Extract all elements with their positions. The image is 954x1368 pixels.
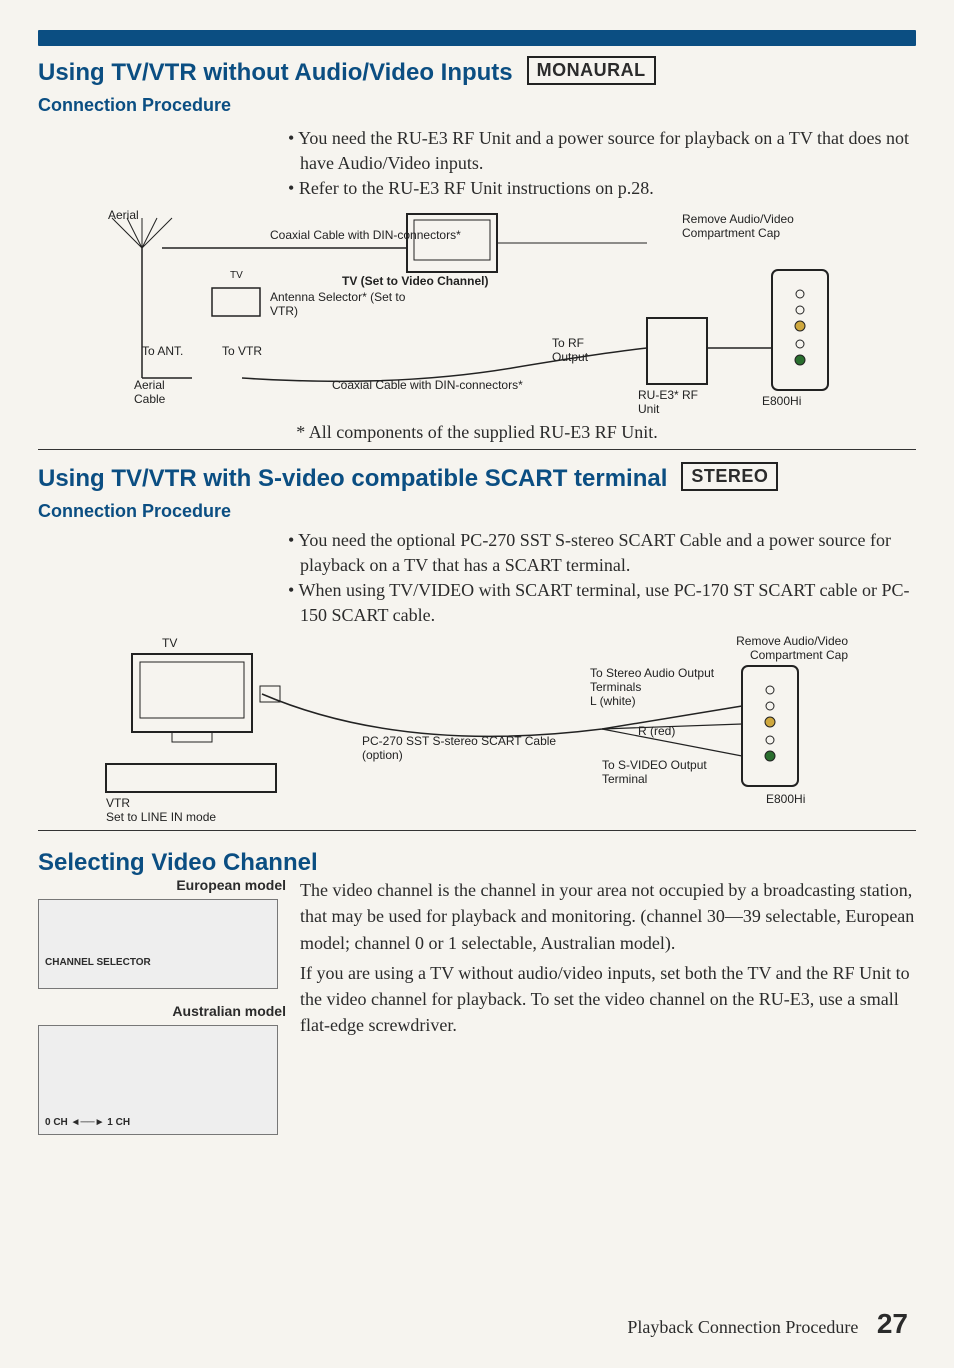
section2-title: Using TV/VTR with S-video compatible SCA… bbox=[38, 465, 667, 493]
section3: Selecting Video Channel European model C… bbox=[38, 849, 916, 1135]
european-label: European model bbox=[38, 877, 286, 893]
channel-selector-label: CHANNEL SELECTOR bbox=[45, 957, 151, 968]
lbl-tv2: TV bbox=[162, 636, 177, 650]
section2-bullets: You need the optional PC-270 SST S-stere… bbox=[288, 528, 916, 629]
select-body-2: If you are using a TV without audio/vide… bbox=[300, 960, 916, 1038]
australian-label: Australian model bbox=[38, 1003, 286, 1019]
section1-heading-row: Using TV/VTR without Audio/Video Inputs … bbox=[38, 56, 916, 87]
australian-model-image: 0 CH ◄──► 1 CH bbox=[38, 1025, 278, 1135]
page-number: 27 bbox=[877, 1308, 908, 1339]
lbl-to-vtr: To VTR bbox=[222, 344, 262, 358]
section1-bullet-1: You need the RU-E3 RF Unit and a power s… bbox=[288, 126, 916, 176]
diagram-monaural: Aerial Coaxial Cable with DIN-connectors… bbox=[42, 208, 912, 418]
section2-bullet-2: When using TV/VIDEO with SCART terminal,… bbox=[288, 578, 916, 628]
au-scale-label: 0 CH ◄──► 1 CH bbox=[45, 1117, 130, 1128]
lbl-ant-selector: Antenna Selector* (Set to VTR) bbox=[270, 290, 410, 318]
lbl-l-white: L (white) bbox=[590, 694, 636, 708]
lbl-camera-1: E800Hi bbox=[762, 394, 801, 408]
lbl-camera-2: E800Hi bbox=[766, 792, 805, 806]
figure1-note: * All components of the supplied RU-E3 R… bbox=[42, 422, 912, 443]
section2-figure: TV PC-270 SST S-stereo SCART Cable (opti… bbox=[42, 634, 912, 824]
select-channel-wrap: European model CHANNEL SELECTOR Australi… bbox=[38, 877, 916, 1135]
lbl-tv: TV (Set to Video Channel) bbox=[342, 274, 488, 288]
section2-subtitle: Connection Procedure bbox=[38, 501, 916, 522]
lbl-aerial: Aerial bbox=[108, 208, 139, 222]
separator-1 bbox=[38, 449, 916, 450]
lbl-to-rf: To RF Output bbox=[552, 336, 612, 364]
lbl-scart-cable: PC-270 SST S-stereo SCART Cable (option) bbox=[362, 734, 592, 762]
section1-title: Using TV/VTR without Audio/Video Inputs bbox=[38, 59, 513, 87]
lbl-remove-cap-1: Remove Audio/Video Compartment Cap bbox=[682, 212, 842, 240]
separator-2 bbox=[38, 830, 916, 831]
monaural-badge: MONAURAL bbox=[527, 56, 656, 85]
lbl-to-ant: To ANT. bbox=[142, 344, 183, 358]
lbl-rue3: RU-E3* RF Unit bbox=[638, 388, 708, 416]
diagram-stereo: TV PC-270 SST S-stereo SCART Cable (opti… bbox=[42, 634, 912, 824]
select-body-1: The video channel is the channel in your… bbox=[300, 877, 916, 955]
lbl-remove-cap-2: Remove Audio/Video Compartment Cap bbox=[678, 634, 848, 662]
european-model-image: CHANNEL SELECTOR bbox=[38, 899, 278, 989]
section2: Using TV/VTR with S-video compatible SCA… bbox=[38, 462, 916, 825]
page-footer: Playback Connection Procedure 27 bbox=[627, 1308, 908, 1340]
select-channel-body: The video channel is the channel in your… bbox=[300, 877, 916, 1135]
lbl-to-svideo: To S-VIDEO Output Terminal bbox=[602, 758, 732, 786]
lbl-coax-top: Coaxial Cable with DIN-connectors* bbox=[270, 228, 461, 242]
lbl-vtr-note: Set to LINE IN mode bbox=[106, 810, 216, 824]
lbl-to-stereo: To Stereo Audio Output Terminals bbox=[590, 666, 730, 694]
section1-bullet-2: Refer to the RU-E3 RF Unit instructions … bbox=[288, 176, 916, 201]
section1-bullets: You need the RU-E3 RF Unit and a power s… bbox=[288, 126, 916, 202]
footer-section: Playback Connection Procedure bbox=[627, 1317, 858, 1337]
section2-heading-row: Using TV/VTR with S-video compatible SCA… bbox=[38, 462, 916, 493]
section1-figure: Aerial Coaxial Cable with DIN-connectors… bbox=[42, 208, 912, 443]
top-color-bar bbox=[38, 30, 916, 46]
lbl-tv-small: TV bbox=[230, 270, 243, 281]
section3-title: Selecting Video Channel bbox=[38, 849, 916, 877]
lbl-coax-bottom: Coaxial Cable with DIN-connectors* bbox=[332, 378, 523, 392]
lbl-r-red: R (red) bbox=[638, 724, 675, 738]
stereo-badge: STEREO bbox=[681, 462, 778, 491]
select-channel-left: European model CHANNEL SELECTOR Australi… bbox=[38, 877, 300, 1135]
section1-subtitle: Connection Procedure bbox=[38, 95, 916, 116]
page: Using TV/VTR without Audio/Video Inputs … bbox=[0, 0, 954, 1368]
section2-bullet-1: You need the optional PC-270 SST S-stere… bbox=[288, 528, 916, 578]
lbl-vtr: VTR bbox=[106, 796, 130, 810]
lbl-aerial-cable: Aerial Cable bbox=[134, 378, 182, 406]
